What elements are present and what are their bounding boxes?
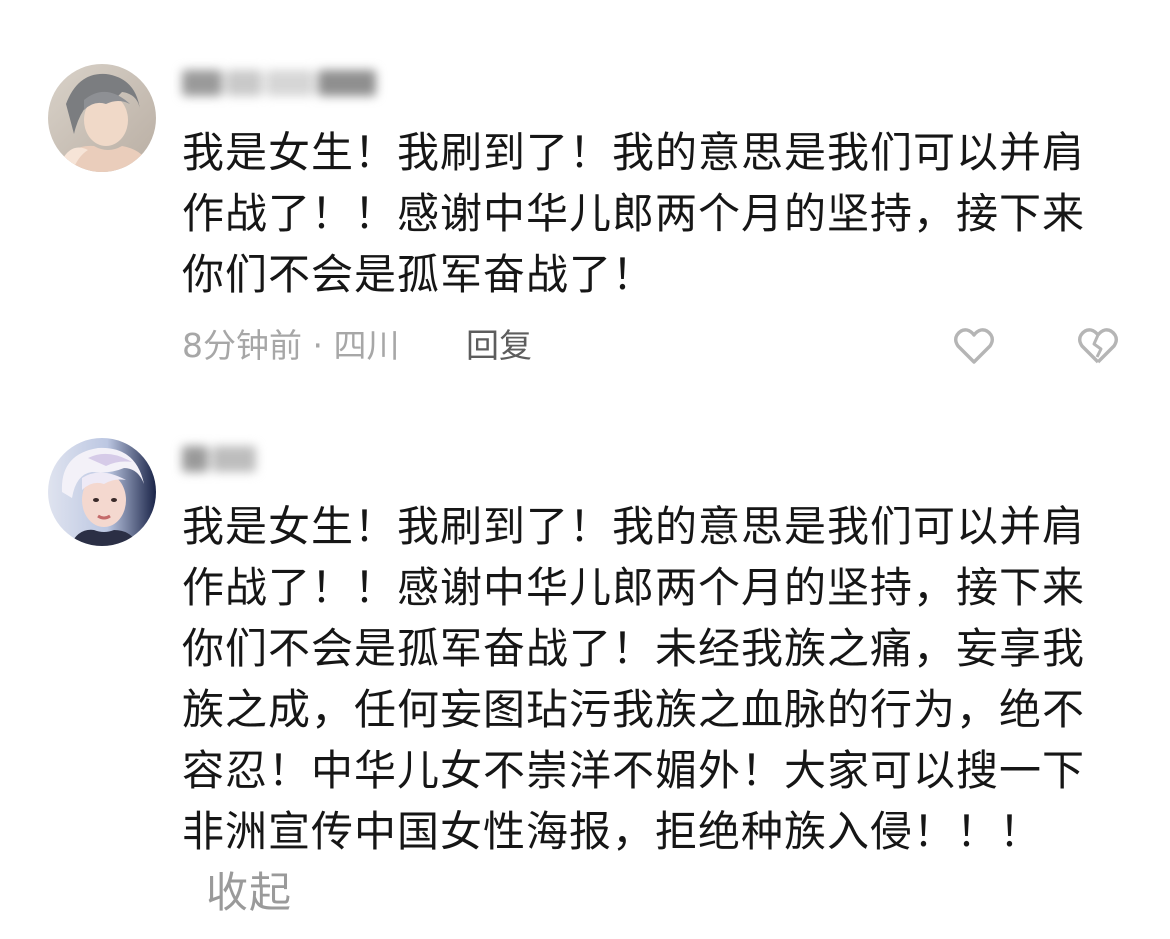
collapse-button[interactable]: 收起 xyxy=(206,868,292,917)
meta-separator: · xyxy=(312,326,334,365)
location: 四川 xyxy=(333,326,400,365)
timestamp: 8分钟前 xyxy=(182,326,302,365)
comment-body: 我是女生！我刷到了！我的意思是我们可以并肩作战了！！感谢中华儿郎两个月的坚持，接… xyxy=(182,502,1086,856)
username[interactable] xyxy=(182,446,260,480)
heart-outline-icon[interactable] xyxy=(952,324,996,368)
avatar[interactable] xyxy=(48,438,156,546)
comment-text: 我是女生！我刷到了！我的意思是我们可以并肩作战了！！感谢中华儿郎两个月的坚持，接… xyxy=(182,496,1102,923)
comment-text: 我是女生！我刷到了！我的意思是我们可以并肩作战了！！感谢中华儿郎两个月的坚持，接… xyxy=(182,128,1086,299)
reply-button[interactable]: 回复 xyxy=(466,326,532,365)
comment-meta: 8分钟前 · 四川 回复 xyxy=(182,326,532,366)
username[interactable] xyxy=(182,70,380,104)
broken-heart-icon[interactable] xyxy=(1076,324,1120,368)
avatar[interactable] xyxy=(48,64,156,172)
